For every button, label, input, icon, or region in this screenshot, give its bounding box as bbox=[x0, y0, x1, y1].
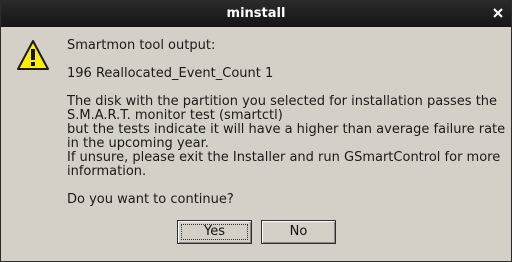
window-title: minstall bbox=[226, 6, 286, 21]
message-line: in the upcoming year. bbox=[67, 136, 209, 151]
title-bar[interactable]: minstall bbox=[1, 1, 511, 27]
warning-icon bbox=[16, 39, 50, 71]
close-icon[interactable] bbox=[491, 5, 505, 19]
message-line: Do you want to continue? bbox=[67, 192, 234, 207]
dialog-message: Smartmon tool output: 196 Reallocated_Ev… bbox=[67, 38, 506, 207]
yes-button-label: Yes bbox=[204, 224, 225, 239]
no-button-label: No bbox=[289, 224, 308, 239]
message-line: 196 Reallocated_Event_Count 1 bbox=[67, 66, 274, 81]
message-line: S.M.A.R.T. monitor test (smartctl) bbox=[67, 108, 283, 123]
message-line: Smartmon tool output: bbox=[67, 38, 216, 53]
dialog-window: minstall Smartmon tool output: 196 Reall… bbox=[0, 0, 512, 262]
message-line: information. bbox=[67, 164, 147, 179]
message-line: The disk with the partition you selected… bbox=[67, 94, 498, 109]
no-button[interactable]: No bbox=[261, 220, 336, 244]
message-line: If unsure, please exit the Installer and… bbox=[67, 150, 501, 165]
yes-button[interactable]: Yes bbox=[177, 220, 252, 244]
message-line: but the tests indicate it will have a hi… bbox=[67, 122, 506, 137]
